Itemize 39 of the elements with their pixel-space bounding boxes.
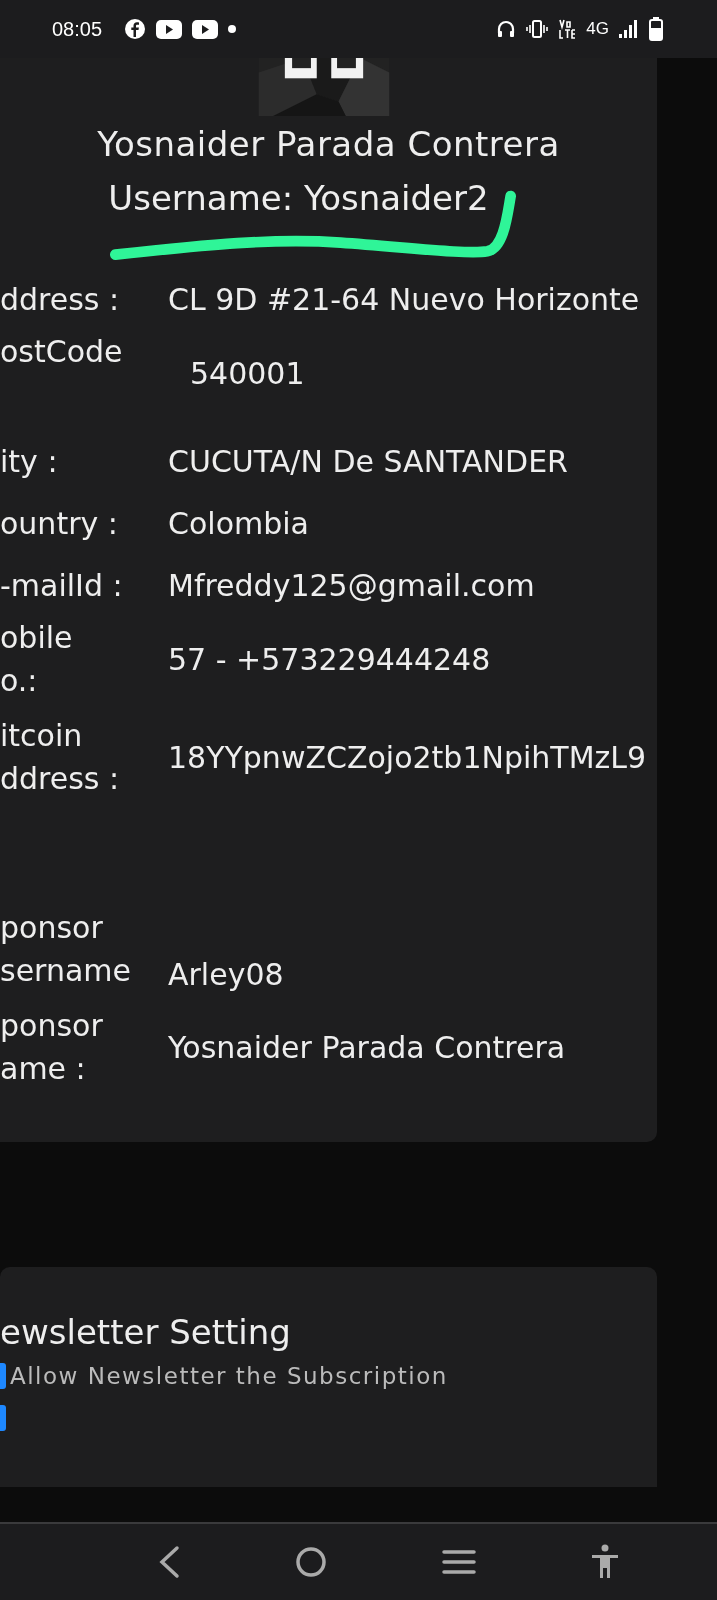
vibrate-icon xyxy=(526,19,549,39)
back-icon[interactable] xyxy=(157,1545,182,1579)
field-label: ostCode xyxy=(0,333,124,371)
notification-dot-icon xyxy=(228,25,237,33)
field-value: CL 9D #21-64 Nuevo Horizonte xyxy=(168,281,640,317)
field-value: Mfreddy125@gmail.com xyxy=(168,567,535,603)
field-label: itcoin ddress : xyxy=(0,717,121,798)
menu-icon[interactable] xyxy=(441,1548,476,1576)
profile-username: Username: Yosnaider2 xyxy=(108,178,489,218)
field-label: ponsor ame : xyxy=(0,1007,104,1088)
field-value: Yosnaider Parada Contrera xyxy=(168,1029,566,1065)
status-time: 08:05 xyxy=(52,17,103,41)
field-value: 18YYpnwZCZojo2tb1NpihTMzL9 xyxy=(168,739,647,775)
checkbox[interactable] xyxy=(0,1405,6,1431)
field-value: 540001 xyxy=(190,356,305,391)
volte-icon xyxy=(558,18,577,40)
field-value: Colombia xyxy=(168,505,309,541)
field-value: 57 - +573229444248 xyxy=(168,641,491,677)
field-value: Arley08 xyxy=(168,957,284,992)
field-label: ity : xyxy=(0,442,59,481)
field-label: obile o.: xyxy=(0,619,74,700)
checkbox-label: Allow Newsletter the Subscription xyxy=(10,1363,448,1389)
checkbox[interactable] xyxy=(0,1363,6,1389)
battery-icon xyxy=(649,17,663,41)
field-value: CUCUTA/N De SANTANDER xyxy=(168,443,568,479)
field-label: ountry : xyxy=(0,504,119,543)
signal-icon xyxy=(619,20,639,38)
profile-name: Yosnaider Parada Contrera xyxy=(97,124,560,164)
network-type: 4G xyxy=(586,19,609,39)
video-play-icon xyxy=(192,19,219,39)
field-label: ponsor sername xyxy=(0,909,132,990)
accessibility-icon[interactable] xyxy=(589,1544,620,1580)
field-label: ddress : xyxy=(0,280,121,319)
home-icon[interactable] xyxy=(295,1546,328,1578)
facebook-icon xyxy=(124,18,147,40)
field-label: -mailId : xyxy=(0,566,124,605)
video-play-icon xyxy=(156,19,183,39)
newsletter-title: ewsletter Setting xyxy=(0,1312,291,1352)
headphones-icon xyxy=(496,19,517,39)
